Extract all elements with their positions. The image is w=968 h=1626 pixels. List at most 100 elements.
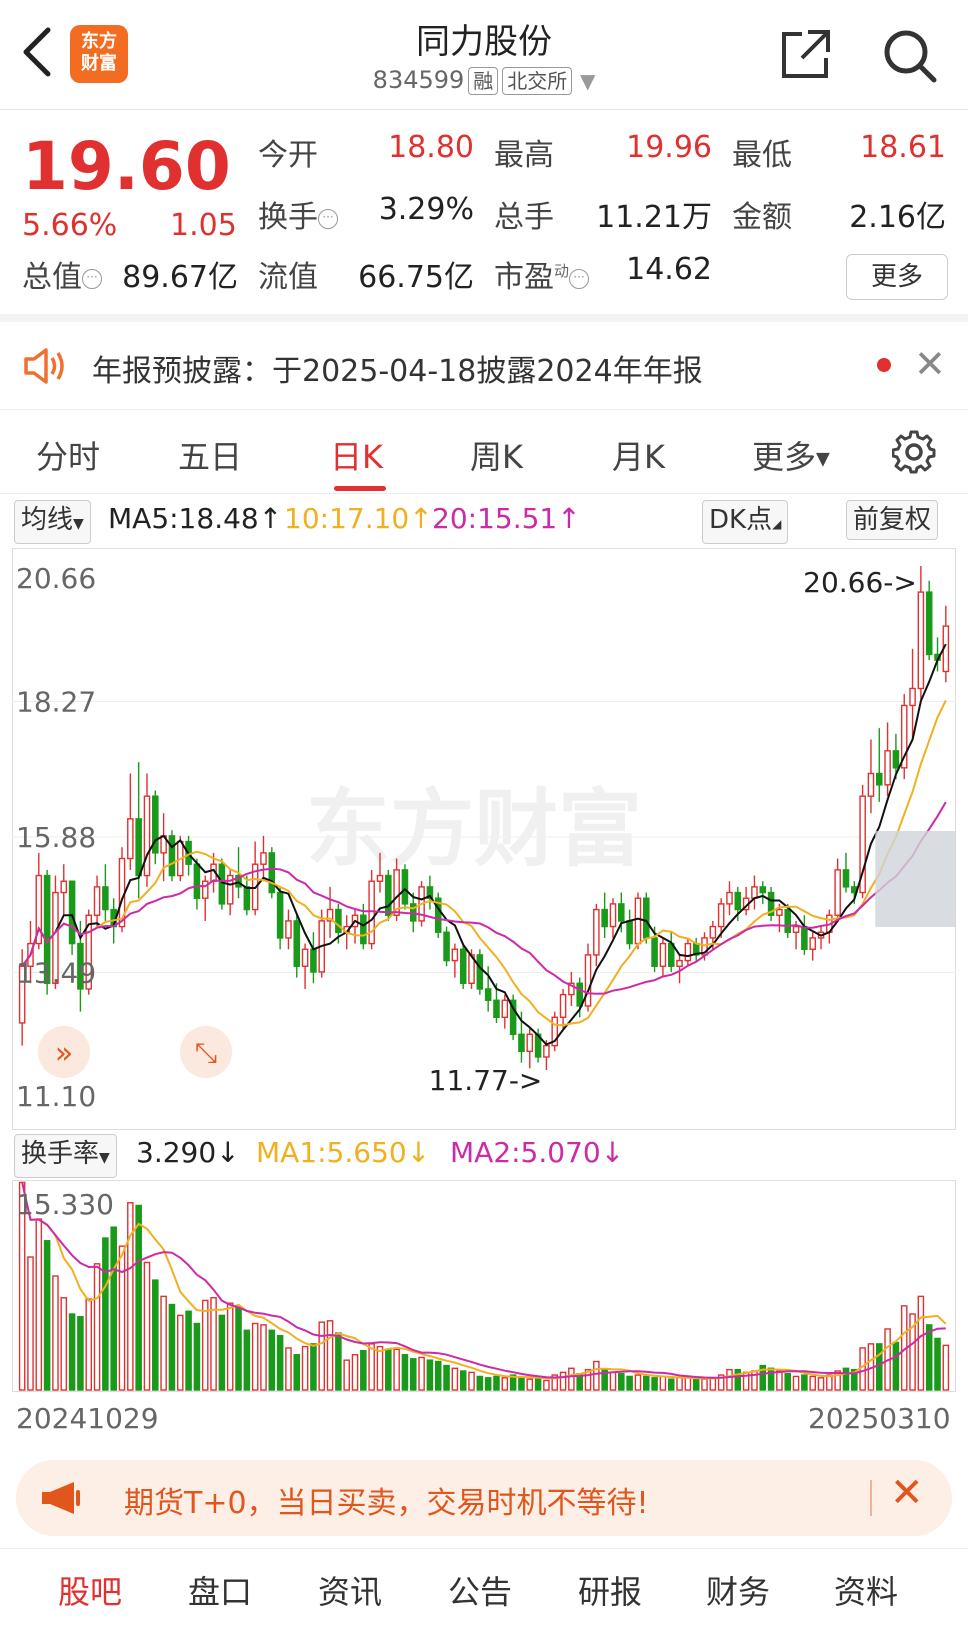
ma-legend-bar: 均线▼ MA5:18.48↑ 10:17.10↑ 20:15.51↑ DK点◢ … <box>0 498 968 544</box>
tab-intraday[interactable]: 分时 <box>36 432 100 478</box>
candle-body <box>459 948 467 984</box>
turnover-bar <box>568 1367 575 1391</box>
turnover-bar <box>243 1329 251 1391</box>
turnover-bar <box>451 1367 459 1391</box>
candle-body <box>884 750 891 786</box>
turnover-bar <box>434 1360 442 1391</box>
nav-orderbook[interactable]: 盘口 <box>188 1567 252 1613</box>
turnover-bar <box>102 1237 109 1391</box>
market-cap-label[interactable]: 总值 ··· <box>22 252 102 296</box>
turnover-bar <box>709 1377 717 1391</box>
turnover-bar <box>618 1373 625 1391</box>
kline-chart-svg[interactable]: 东方财富 20.66 18.27 15.88 13.49 11.10 20.66-> 11.7… <box>12 548 968 1130</box>
megaphone-icon <box>40 1480 86 1520</box>
turnover-bar <box>443 1364 450 1391</box>
quote-panel: 19.60 5.66% 1.05 今开 18.80 最高 19.96 最低 18… <box>0 112 968 322</box>
candle-body <box>68 880 76 945</box>
candle-body <box>909 687 916 707</box>
share-icon[interactable] <box>778 26 834 82</box>
tab-more[interactable]: 更多▼ <box>752 432 830 478</box>
pe-label[interactable]: 市盈动 ··· <box>494 252 590 296</box>
candle-body <box>634 897 642 945</box>
turnover-bar <box>526 1378 534 1391</box>
down-arrow-icon: ↓ <box>600 1136 625 1169</box>
nav-forum[interactable]: 股吧 <box>58 1567 122 1613</box>
nav-profile[interactable]: 资料 <box>834 1567 898 1613</box>
tab-weekly-k[interactable]: 周K <box>470 432 523 478</box>
candle-body <box>93 886 101 916</box>
turnover-bar <box>351 1354 359 1391</box>
bottom-nav: 股吧 盘口 资讯 公告 研报 财务 资料 <box>0 1548 968 1626</box>
low-annotation: 11.77-> <box>429 1064 543 1097</box>
turnover-bar <box>310 1343 317 1391</box>
notice-bar[interactable]: 年报预披露：于2025-04-18披露2024年年报 ✕ <box>0 322 968 410</box>
turnover-bar <box>335 1332 342 1391</box>
tab-five-day[interactable]: 五日 <box>178 432 242 478</box>
turnover-bar <box>193 1322 201 1391</box>
candle-body <box>168 835 176 877</box>
sub-indicator-selector[interactable]: 换手率▼ <box>14 1134 117 1178</box>
turnover-bar <box>493 1375 500 1391</box>
gear-icon[interactable] <box>891 430 936 478</box>
pe-value: 14.62 <box>626 252 712 287</box>
info-dots-icon: ··· <box>318 208 338 229</box>
up-arrow-icon: ↑ <box>409 502 433 535</box>
turnover-bar <box>418 1356 425 1391</box>
turnover-bar <box>684 1377 692 1391</box>
candle-body <box>526 1033 534 1053</box>
y-tick-label: 13.49 <box>16 957 96 990</box>
turnover-chart[interactable]: 15.330 <box>12 1180 956 1392</box>
turnover-bar <box>218 1314 226 1391</box>
notice-text: 年报预披露：于2025-04-18披露2024年年报 <box>92 354 703 389</box>
ma20-value: 20:15.51 <box>432 502 558 535</box>
turnover-ma2-value: MA2:5.070 <box>450 1136 601 1169</box>
candle-body <box>360 914 367 945</box>
turnover-bar <box>343 1359 350 1391</box>
promo-banner[interactable]: 期货T+0，当日买卖，交易时机不等待! ✕ <box>16 1460 952 1536</box>
turnover-bar <box>393 1348 400 1391</box>
tab-monthly-k[interactable]: 月K <box>612 432 665 478</box>
turnover-bar <box>734 1368 742 1391</box>
nav-financials[interactable]: 财务 <box>706 1567 770 1613</box>
adjust-mode-button[interactable]: 前复权 <box>846 500 939 540</box>
candle-body <box>559 993 567 1018</box>
turnover-bar <box>534 1378 542 1391</box>
dk-point-toggle[interactable]: DK点◢ <box>702 500 789 544</box>
turnover-bar <box>77 1316 84 1391</box>
turnover-value: 3.29% <box>378 192 474 227</box>
close-icon[interactable]: ✕ <box>890 1470 924 1516</box>
nav-news[interactable]: 资讯 <box>318 1567 382 1613</box>
candle-body <box>792 925 800 933</box>
nav-research[interactable]: 研报 <box>578 1567 642 1613</box>
turnover-bar <box>701 1378 708 1391</box>
end-date: 20250310 <box>808 1402 951 1435</box>
turnover-bar <box>35 1218 43 1391</box>
down-arrow-icon: ↓ <box>216 1136 240 1169</box>
indicator-selector[interactable]: 均线▼ <box>14 500 91 544</box>
turnover-bar <box>875 1343 883 1391</box>
candle-body <box>127 818 134 860</box>
pe-label-text: 市盈 <box>494 260 554 295</box>
candle-body <box>751 886 758 899</box>
more-stats-button[interactable]: 更多 <box>846 254 948 300</box>
turnover-ma1-value: MA1:5.650 <box>256 1136 407 1169</box>
kline-chart[interactable]: 东方财富 20.66 18.27 15.88 13.49 11.10 20.66-> 11.7… <box>12 548 968 1130</box>
close-icon[interactable]: ✕ <box>914 342 946 386</box>
nav-announcements[interactable]: 公告 <box>448 1567 512 1613</box>
open-label: 今开 <box>258 138 318 173</box>
turnover-label[interactable]: 换手 ··· <box>258 192 338 236</box>
candle-body <box>917 591 925 690</box>
turnover-bar <box>784 1373 792 1391</box>
turnover-chart-svg[interactable]: 15.330 <box>12 1180 956 1392</box>
volume-label: 总手 <box>494 200 554 235</box>
turnover-legend: 3.290↓ <box>136 1136 240 1169</box>
candle-body <box>293 920 301 967</box>
candle-body <box>285 920 292 939</box>
dk-point-label: DK点 <box>709 505 773 535</box>
turnover-bar <box>809 1375 816 1391</box>
search-icon[interactable] <box>880 26 940 86</box>
turnover-bar <box>925 1324 933 1391</box>
tab-daily-k[interactable]: 日K <box>330 432 383 478</box>
candle-body <box>867 772 875 797</box>
candle-body <box>726 891 733 905</box>
